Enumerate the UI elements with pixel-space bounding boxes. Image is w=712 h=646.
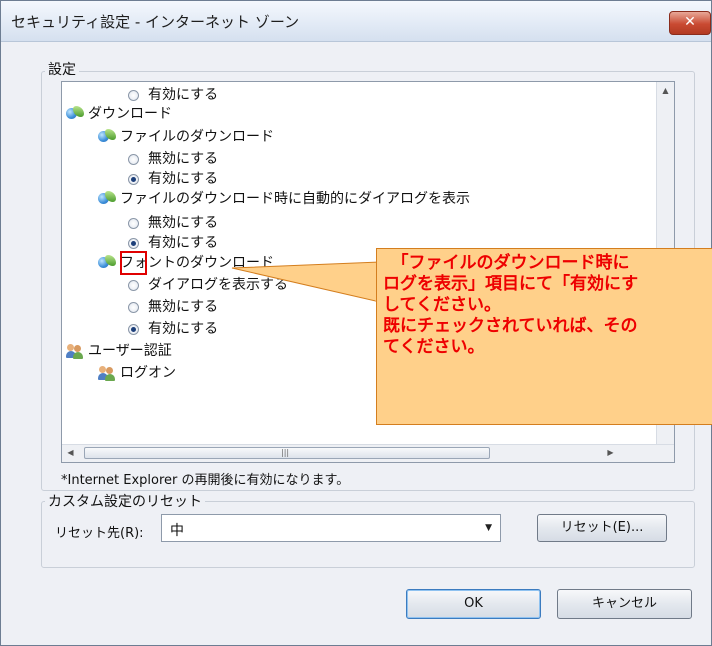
radio-unselected-icon[interactable] xyxy=(128,301,139,313)
callout-text-line: てください。 xyxy=(383,337,485,357)
reset-level-value: 中 xyxy=(170,523,184,539)
reset-button[interactable]: リセット(E)... xyxy=(537,514,667,542)
chevron-down-icon: ▼ xyxy=(485,523,492,533)
radio-unselected-icon[interactable] xyxy=(128,153,139,165)
setting-label: 有効にする xyxy=(148,171,219,187)
setting-option[interactable]: 有効にする xyxy=(128,233,218,253)
callout-text-line: してください。 xyxy=(383,295,501,315)
setting-option[interactable]: 有効にする xyxy=(128,319,218,339)
setting-label: ファイルのダウンロード xyxy=(120,129,274,145)
setting-category[interactable]: ファイルのダウンロード xyxy=(98,127,274,147)
cancel-button-label: キャンセル xyxy=(591,596,657,611)
callout-text-line: ログを表示」項目にて「有効にす xyxy=(383,274,639,294)
settings-group-label: 設定 xyxy=(45,59,79,79)
close-icon: ✕ xyxy=(684,14,696,30)
zone-globe-icon xyxy=(66,106,84,122)
setting-category[interactable]: ユーザー認証 xyxy=(66,341,172,361)
scroll-up-arrow-icon[interactable]: ▲ xyxy=(657,86,674,95)
reset-level-select[interactable]: 中 ▼ xyxy=(161,514,501,542)
setting-label: 無効にする xyxy=(148,151,219,167)
users-icon xyxy=(98,365,116,381)
setting-label: ダウンロード xyxy=(88,106,172,122)
setting-label: 有効にする xyxy=(148,235,219,251)
cancel-button[interactable]: キャンセル xyxy=(557,589,692,619)
users-icon xyxy=(66,343,84,359)
radio-selected-icon[interactable] xyxy=(128,323,139,335)
window-title: セキュリティ設定 - インターネット ゾーン xyxy=(11,13,300,31)
setting-label: ダイアログを表示する xyxy=(148,277,288,293)
setting-label: 無効にする xyxy=(148,215,219,231)
horizontal-scroll-thumb[interactable]: ||| xyxy=(84,447,490,459)
radio-selected-icon[interactable] xyxy=(128,237,139,249)
title-bar: セキュリティ設定 - インターネット ゾーン ✕ xyxy=(1,1,711,42)
radio-unselected-icon[interactable] xyxy=(128,279,139,291)
restart-note: *Internet Explorer の再開後に有効になります。 xyxy=(61,473,350,488)
setting-category[interactable]: ログオン xyxy=(98,363,176,383)
zone-globe-icon xyxy=(98,191,116,207)
radio-selected-icon[interactable] xyxy=(128,173,139,185)
setting-option[interactable]: 無効にする xyxy=(128,213,218,233)
close-button[interactable]: ✕ xyxy=(669,11,711,35)
annotation-callout: 「ファイルのダウンロード時に ログを表示」項目にて「有効にす してください。 既にチェ… xyxy=(376,248,712,425)
setting-label: 無効にする xyxy=(148,299,219,315)
zone-globe-icon xyxy=(98,129,116,145)
reset-group-label: カスタム設定のリセット xyxy=(45,491,205,511)
scroll-left-arrow-icon[interactable]: ◀ xyxy=(62,448,79,457)
setting-option[interactable]: 有効にする xyxy=(128,85,218,105)
ok-button-label: OK xyxy=(464,596,483,611)
zone-globe-icon xyxy=(98,255,116,271)
setting-label: ファイルのダウンロード時に自動的にダイアログを表示 xyxy=(120,191,470,207)
reset-button-label: リセット(E)... xyxy=(560,520,644,535)
scroll-grip-icon: ||| xyxy=(281,448,290,457)
callout-text-line: 「ファイルのダウンロード時に xyxy=(383,253,630,273)
ok-button[interactable]: OK xyxy=(406,589,541,619)
setting-option[interactable]: 無効にする xyxy=(128,297,218,317)
setting-category[interactable]: ファイルのダウンロード時に自動的にダイアログを表示 xyxy=(98,189,470,209)
setting-label: 有効にする xyxy=(148,321,219,337)
scroll-right-arrow-icon[interactable]: ▶ xyxy=(602,448,619,457)
setting-label: ユーザー認証 xyxy=(88,343,172,359)
setting-option[interactable]: 無効にする xyxy=(128,149,218,169)
reset-target-label: リセット先(R): xyxy=(55,526,144,541)
radio-unselected-icon[interactable] xyxy=(128,217,139,229)
setting-label: ログオン xyxy=(120,365,176,381)
callout-text-line: 既にチェックされていれば、その xyxy=(383,316,638,336)
highlight-box xyxy=(120,251,147,275)
horizontal-scrollbar[interactable]: ◀ ||| ▶ xyxy=(62,444,674,462)
setting-category[interactable]: ダウンロード xyxy=(66,104,172,124)
setting-option[interactable]: 有効にする xyxy=(128,169,218,189)
radio-unselected-icon[interactable] xyxy=(128,89,139,101)
setting-label: 有効にする xyxy=(148,87,219,103)
setting-option[interactable]: ダイアログを表示する xyxy=(128,275,288,295)
